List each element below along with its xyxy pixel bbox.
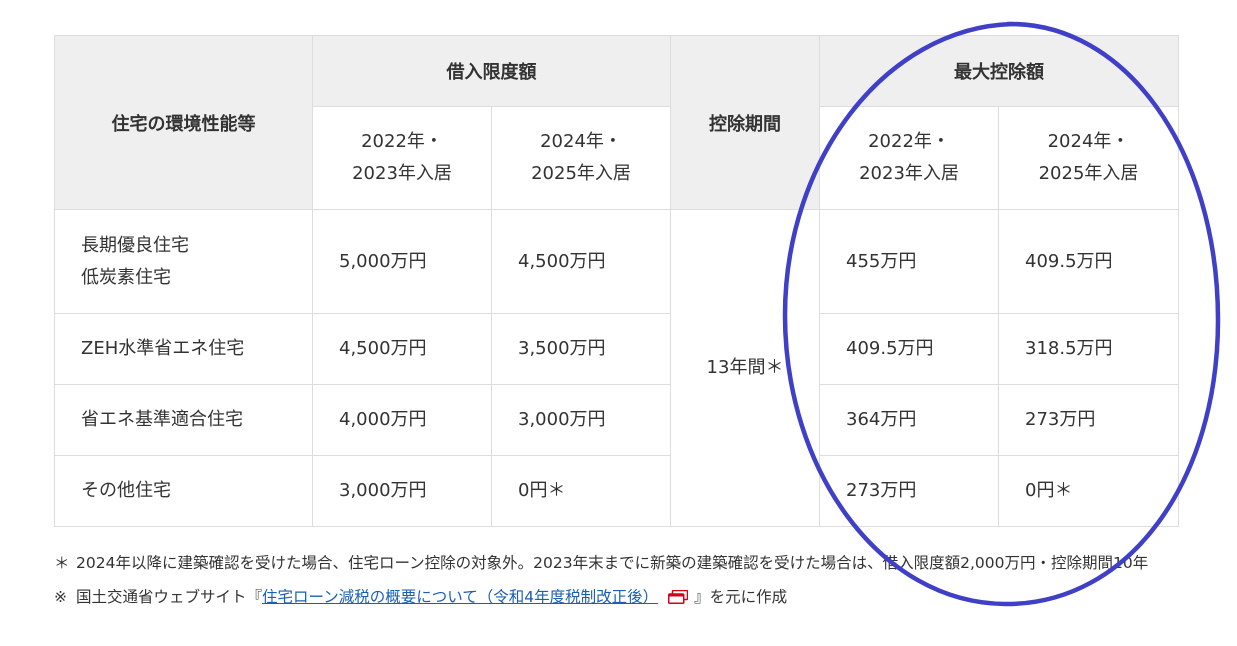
table-row: 省エネ基準適合住宅 4,000万円 3,000万円 364万円 273万円 (54, 384, 1179, 456)
cell-max-a: 273万円 (819, 455, 999, 527)
cell-limit-a: 4,000万円 (312, 384, 492, 456)
asterisk-note-text: 2024年以降に建築確認を受けた場合、住宅ローン控除の対象外。2023年末までに… (76, 554, 1149, 572)
asterisk-mark: ＊ (54, 554, 70, 572)
loan-deduction-table: 住宅の環境性能等 借入限度額 控除期間 最大控除額 2022年・ 2023年入居 … (54, 35, 1179, 527)
source-note-body: 国土交通省ウェブサイト『住宅ローン減税の概要について（令和4年度税制改正後） 』を… (76, 584, 787, 610)
source-link[interactable]: 住宅ローン減税の概要について（令和4年度税制改正後） (262, 588, 658, 606)
header-limit-2022-2023: 2022年・ 2023年入居 (312, 106, 492, 210)
header-env-performance: 住宅の環境性能等 (54, 35, 313, 210)
cell-limit-a: 5,000万円 (312, 209, 492, 314)
header-limit-2024-2025: 2024年・ 2025年入居 (491, 106, 671, 210)
cell-max-b: 273万円 (998, 384, 1179, 456)
source-prefix: 国土交通省ウェブサイト『 (76, 588, 263, 606)
cell-max-b: 318.5万円 (998, 313, 1179, 385)
header-deduction-period: 控除期間 (670, 35, 820, 210)
cell-limit-b: 4,500万円 (491, 209, 671, 314)
cell-limit-a: 3,000万円 (312, 455, 492, 527)
cell-deduction-period: 13年間＊ (670, 209, 820, 527)
cell-limit-b: 3,500万円 (491, 313, 671, 385)
header-borrowing-limit: 借入限度額 (312, 35, 671, 107)
row-name: その他住宅 (54, 455, 313, 527)
table-row: 長期優良住宅 低炭素住宅 5,000万円 4,500万円 13年間＊ 455万円 … (54, 209, 1179, 527)
header-max-2024-2025: 2024年・ 2025年入居 (998, 106, 1179, 210)
header-max-deduction: 最大控除額 (819, 35, 1179, 107)
cell-max-a: 364万円 (819, 384, 999, 456)
cell-max-a: 455万円 (819, 209, 999, 314)
header-max-2022-2023: 2022年・ 2023年入居 (819, 106, 999, 210)
row-name: ZEH水準省エネ住宅 (54, 313, 313, 385)
footnotes: ＊ 2024年以降に建築確認を受けた場合、住宅ローン控除の対象外。2023年末ま… (54, 550, 1194, 610)
cell-limit-b: 0円＊ (491, 455, 671, 527)
cell-max-b: 409.5万円 (998, 209, 1179, 314)
table-row: ZEH水準省エネ住宅 4,500万円 3,500万円 409.5万円 318.5… (54, 313, 1179, 385)
pdf-icon[interactable] (668, 586, 689, 604)
source-note: ※ 国土交通省ウェブサイト『住宅ローン減税の概要について（令和4年度税制改正後）… (54, 584, 1194, 610)
row-name: 省エネ基準適合住宅 (54, 384, 313, 456)
source-suffix: 』を元に作成 (694, 588, 788, 606)
table-row: その他住宅 3,000万円 0円＊ 273万円 0円＊ (54, 455, 1179, 527)
asterisk-note: ＊ 2024年以降に建築確認を受けた場合、住宅ローン控除の対象外。2023年末ま… (54, 550, 1194, 576)
cell-limit-a: 4,500万円 (312, 313, 492, 385)
row-name: 長期優良住宅 低炭素住宅 (54, 209, 313, 314)
cell-max-b: 0円＊ (998, 455, 1179, 527)
cell-limit-b: 3,000万円 (491, 384, 671, 456)
source-mark: ※ (54, 588, 67, 606)
cell-max-a: 409.5万円 (819, 313, 999, 385)
